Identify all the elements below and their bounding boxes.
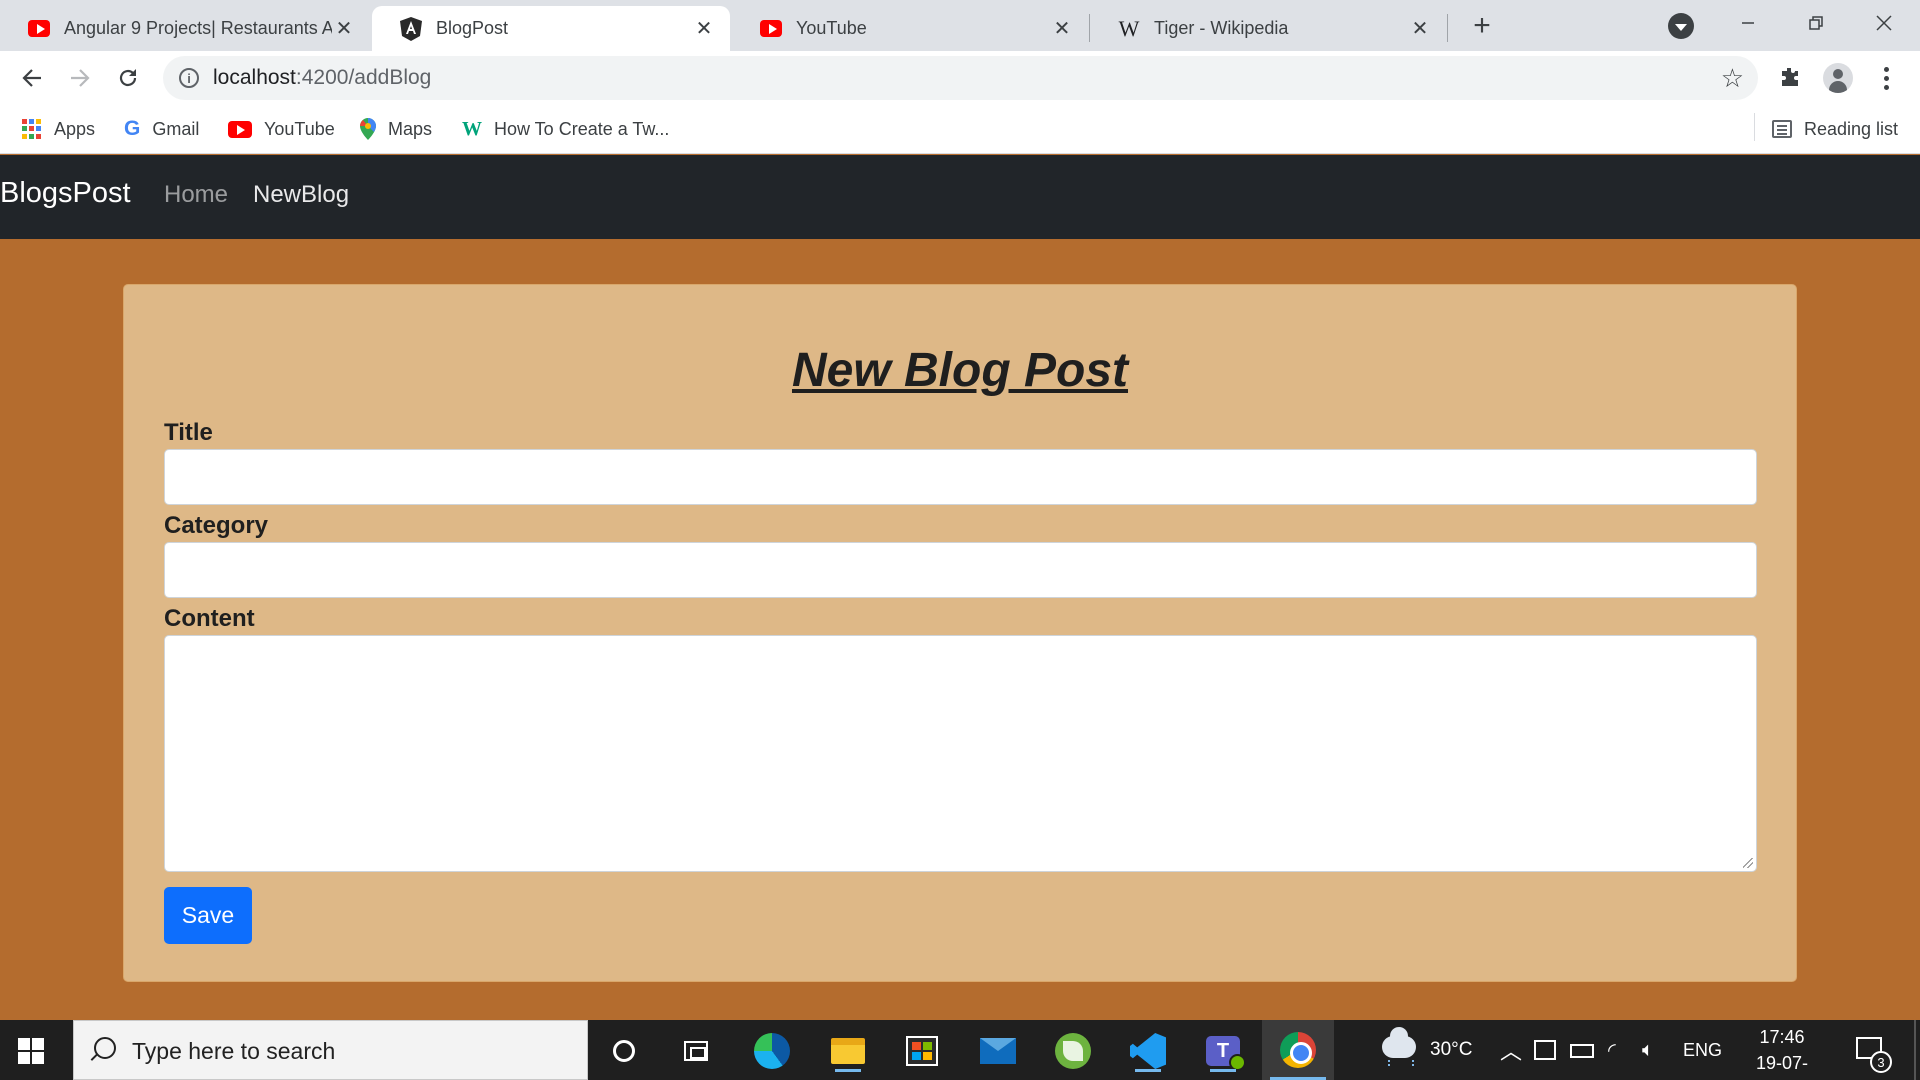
browser-tab-strip: Angular 9 Projects| Restaurants A ✕ Blog…: [0, 0, 1920, 51]
edge-browser-icon[interactable]: [751, 1030, 793, 1072]
content-textarea[interactable]: [164, 635, 1757, 872]
bookmarks-separator: [1754, 113, 1755, 141]
extensions-puzzle-icon[interactable]: [1778, 65, 1804, 91]
youtube-icon: [28, 18, 50, 40]
wikipedia-icon: W: [1118, 15, 1140, 41]
site-info-icon[interactable]: i: [179, 68, 199, 88]
bookmark-label: Gmail: [152, 118, 200, 139]
reading-list-label: Reading list: [1804, 118, 1899, 139]
tab-title: Angular 9 Projects| Restaurants A: [64, 18, 332, 38]
youtube-icon: [228, 120, 252, 138]
google-icon: G: [124, 117, 141, 140]
display-settings-icon[interactable]: [1534, 1040, 1556, 1060]
apps-grid-icon: [22, 119, 42, 139]
search-icon: [94, 1037, 116, 1059]
title-input[interactable]: [164, 449, 1757, 505]
notification-count-badge: 3: [1870, 1051, 1892, 1073]
task-view-icon[interactable]: [675, 1030, 717, 1072]
bookmark-youtube[interactable]: YouTube: [228, 113, 335, 145]
language-indicator[interactable]: ENG: [1683, 1020, 1722, 1080]
bookmark-maps[interactable]: Maps: [360, 113, 432, 145]
clock-time: 17:46: [1759, 1027, 1805, 1047]
tab-title: Tiger - Wikipedia: [1154, 18, 1289, 38]
battery-icon[interactable]: [1570, 1044, 1594, 1058]
vscode-icon[interactable]: [1127, 1030, 1169, 1072]
nav-home-link[interactable]: Home: [164, 181, 228, 209]
reading-list-icon: [1772, 120, 1792, 138]
bookmark-gmail[interactable]: G Gmail: [124, 113, 199, 145]
content-label: Content: [164, 605, 255, 632]
taskbar-search-box[interactable]: Type here to search: [73, 1020, 588, 1080]
new-tab-button[interactable]: +: [1466, 9, 1498, 42]
close-icon[interactable]: ✕: [1408, 17, 1432, 41]
spring-tool-suite-icon[interactable]: [1052, 1030, 1094, 1072]
forward-button[interactable]: [62, 60, 98, 96]
close-icon[interactable]: ✕: [1050, 17, 1074, 41]
tab-search-button[interactable]: [1668, 13, 1694, 39]
angular-icon: [400, 16, 422, 41]
tab-wikipedia[interactable]: W Tiger - Wikipedia ✕: [1090, 6, 1446, 51]
tab-blogpost[interactable]: BlogPost ✕: [372, 6, 730, 51]
chevron-up-icon[interactable]: ︿: [1500, 1020, 1522, 1080]
minimize-icon[interactable]: [1728, 8, 1768, 38]
maps-pin-icon: [360, 118, 376, 140]
url-text: localhost:4200/addBlog: [213, 66, 432, 89]
tab-title: YouTube: [796, 18, 867, 38]
close-icon[interactable]: ✕: [692, 17, 716, 41]
back-button[interactable]: [14, 60, 50, 96]
show-desktop-button[interactable]: [1914, 1020, 1916, 1080]
bookmarks-bar: Apps G Gmail YouTube Maps W How To Creat…: [0, 105, 1920, 154]
app-navbar: BlogsPost Home NewBlog: [0, 155, 1920, 239]
bookmark-label: Maps: [388, 118, 433, 139]
save-button[interactable]: Save: [164, 887, 252, 944]
reload-button[interactable]: [110, 60, 146, 96]
file-explorer-icon[interactable]: [827, 1030, 869, 1072]
tab-youtube[interactable]: YouTube ✕: [732, 6, 1088, 51]
wifi-icon[interactable]: ◜: [1608, 1020, 1616, 1080]
chrome-icon[interactable]: [1262, 1020, 1334, 1080]
address-bar[interactable]: i localhost:4200/addBlog ☆: [163, 56, 1758, 100]
window-close-icon[interactable]: [1864, 8, 1904, 38]
microsoft-store-icon[interactable]: [901, 1030, 943, 1072]
mail-icon[interactable]: [977, 1030, 1019, 1072]
search-placeholder: Type here to search: [132, 1038, 336, 1064]
nav-newblog-link[interactable]: NewBlog: [253, 181, 349, 209]
cortana-icon[interactable]: [603, 1030, 645, 1072]
tab-angular-projects[interactable]: Angular 9 Projects| Restaurants A ✕: [0, 6, 370, 51]
title-label: Title: [164, 419, 213, 446]
tab-title: BlogPost: [436, 18, 509, 38]
bookmark-star-icon[interactable]: ☆: [1721, 63, 1744, 94]
page-title: New Blog Post: [791, 344, 1129, 397]
clock[interactable]: 17:46 19-07-2021: [1740, 1024, 1824, 1080]
windows-taskbar: Type here to search T 30°C ︿ ◜ 🔈︎ ENG 17…: [0, 1020, 1920, 1080]
bookmark-apps[interactable]: Apps: [22, 113, 95, 145]
bookmark-how-to-create[interactable]: W How To Create a Tw...: [462, 113, 669, 145]
bookmark-label: Apps: [54, 118, 96, 139]
bookmark-label: YouTube: [264, 118, 335, 139]
restore-icon[interactable]: [1796, 8, 1836, 38]
teams-icon[interactable]: T: [1202, 1030, 1246, 1072]
category-label: Category: [164, 512, 269, 539]
bookmark-label: How To Create a Tw...: [494, 118, 670, 139]
new-blog-form-card: New Blog Post Title Category Content Sav…: [123, 284, 1797, 982]
profile-avatar-icon[interactable]: [1823, 63, 1853, 93]
windows-start-icon[interactable]: [18, 1038, 44, 1064]
close-icon[interactable]: ✕: [332, 17, 356, 41]
volume-icon[interactable]: 🔈︎: [1642, 1020, 1654, 1080]
weather-cloud-icon[interactable]: [1382, 1027, 1416, 1066]
weather-temperature[interactable]: 30°C: [1430, 1020, 1472, 1080]
category-input[interactable]: [164, 542, 1757, 598]
clock-date: 19-07-2021: [1755, 1053, 1809, 1080]
reading-list-button[interactable]: Reading list: [1772, 113, 1898, 145]
youtube-icon: [760, 18, 782, 40]
w-logo-icon: W: [462, 117, 482, 140]
brand-link[interactable]: BlogsPost: [0, 177, 131, 210]
browser-toolbar: i localhost:4200/addBlog ☆: [0, 51, 1920, 105]
more-menu-icon[interactable]: [1876, 63, 1896, 93]
tab-separator: [1447, 14, 1448, 42]
